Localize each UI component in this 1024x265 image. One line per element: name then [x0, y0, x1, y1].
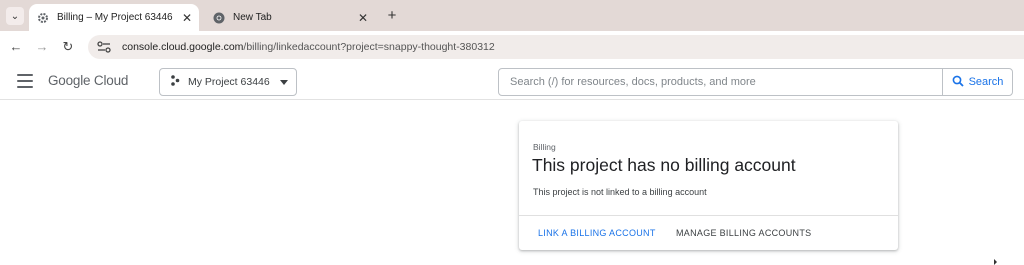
logo-google: Google	[48, 73, 91, 88]
browser-tab-strip: ⌄ Billing – My Project 63446 – Go ✕ New …	[0, 0, 1024, 31]
url-path: /billing/linkedaccount?project=snappy-th…	[243, 41, 495, 53]
search-button[interactable]: Search	[942, 69, 1012, 95]
dropdown-caret-icon	[279, 79, 288, 85]
site-settings-icon[interactable]	[96, 41, 112, 53]
search-bar: Search	[498, 68, 1013, 96]
back-arrow-icon[interactable]: ←	[8, 39, 24, 54]
close-tab-icon[interactable]: ✕	[181, 11, 193, 25]
reload-icon[interactable]: ↻	[60, 39, 76, 55]
tab-search-chevron-icon[interactable]: ⌄	[6, 7, 24, 25]
mouse-cursor-icon	[994, 259, 997, 265]
card-description: This project is not linked to a billing …	[533, 187, 707, 197]
card-title: This project has no billing account	[532, 155, 796, 175]
card-divider	[519, 215, 898, 216]
url-text: console.cloud.google.com/billing/linkeda…	[122, 41, 495, 53]
google-cloud-logo[interactable]: Google Cloud	[48, 73, 128, 88]
no-billing-card: Billing This project has no billing acco…	[519, 121, 898, 250]
logo-cloud: Cloud	[93, 73, 129, 88]
tab-title: Billing – My Project 63446 – Go	[57, 12, 175, 23]
project-name: My Project 63446	[188, 76, 270, 88]
tab-billing[interactable]: Billing – My Project 63446 – Go ✕	[29, 4, 199, 31]
search-button-label: Search	[968, 76, 1004, 88]
tab-title: New Tab	[233, 12, 272, 23]
project-hierarchy-icon	[170, 73, 180, 91]
url-host: console.cloud.google.com	[122, 41, 244, 53]
gear-favicon-icon	[37, 12, 49, 24]
chrome-icon	[213, 12, 225, 24]
project-picker-button[interactable]: My Project 63446	[159, 68, 297, 96]
search-icon	[952, 75, 964, 90]
search-input[interactable]	[499, 69, 939, 95]
browser-toolbar: ← → ↻ console.cloud.google.com/billing/l…	[0, 31, 1024, 62]
address-bar[interactable]: console.cloud.google.com/billing/linkeda…	[88, 35, 1024, 59]
close-tab-icon[interactable]: ✕	[357, 11, 369, 25]
console-header: Google Cloud My Project 63446 Search	[0, 62, 1024, 100]
forward-arrow-icon[interactable]: →	[34, 39, 50, 54]
card-kicker: Billing	[533, 142, 556, 152]
new-tab-button[interactable]: +	[384, 7, 400, 24]
link-billing-account-button[interactable]: LINK A BILLING ACCOUNT	[538, 228, 656, 238]
menu-icon[interactable]	[17, 74, 33, 88]
manage-billing-accounts-button[interactable]: MANAGE BILLING ACCOUNTS	[676, 228, 811, 238]
tab-new-tab[interactable]: New Tab ✕	[205, 4, 375, 31]
